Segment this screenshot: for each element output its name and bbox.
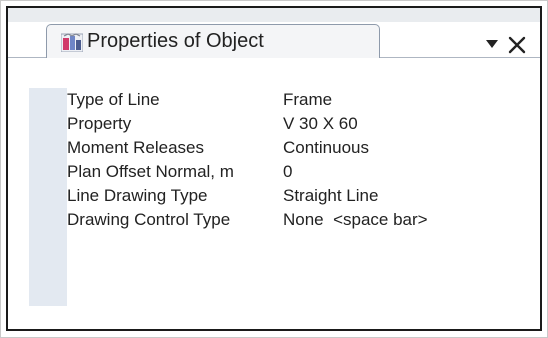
- property-value[interactable]: Frame: [283, 90, 332, 110]
- window-frame: Properties of Object Type of Line Frame …: [0, 0, 548, 338]
- close-icon[interactable]: [507, 35, 527, 55]
- property-name: Type of Line: [67, 90, 160, 109]
- property-name: Property: [67, 114, 132, 133]
- properties-panel: Properties of Object Type of Line Frame …: [6, 6, 542, 331]
- property-value[interactable]: None <space bar>: [283, 210, 428, 230]
- property-name: Drawing Control Type: [67, 210, 231, 229]
- property-value[interactable]: V 30 X 60: [283, 114, 358, 134]
- chevron-down-icon[interactable]: [486, 39, 498, 49]
- property-grid-gutter: [29, 88, 67, 306]
- property-row[interactable]: Plan Offset Normal, m 0: [67, 160, 507, 184]
- property-value[interactable]: 0: [283, 162, 292, 182]
- property-row[interactable]: Drawing Control Type None <space bar>: [67, 208, 507, 232]
- property-row[interactable]: Type of Line Frame: [67, 88, 507, 112]
- properties-icon: [61, 32, 83, 52]
- panel-top-bar: [8, 8, 540, 23]
- property-name: Line Drawing Type: [67, 186, 208, 205]
- property-row[interactable]: Line Drawing Type Straight Line: [67, 184, 507, 208]
- property-value[interactable]: Continuous: [283, 138, 369, 158]
- property-row[interactable]: Moment Releases Continuous: [67, 136, 507, 160]
- property-list: Type of Line Frame Property V 30 X 60 Mo…: [67, 88, 507, 232]
- property-value[interactable]: Straight Line: [283, 186, 378, 206]
- property-row[interactable]: Property V 30 X 60: [67, 112, 507, 136]
- property-grid: Type of Line Frame Property V 30 X 60 Mo…: [8, 58, 540, 329]
- tab-properties-of-object[interactable]: Properties of Object: [46, 24, 380, 58]
- panel-title: Properties of Object: [87, 30, 264, 52]
- property-name: Moment Releases: [67, 138, 205, 157]
- property-name: Plan Offset Normal, m: [67, 162, 234, 181]
